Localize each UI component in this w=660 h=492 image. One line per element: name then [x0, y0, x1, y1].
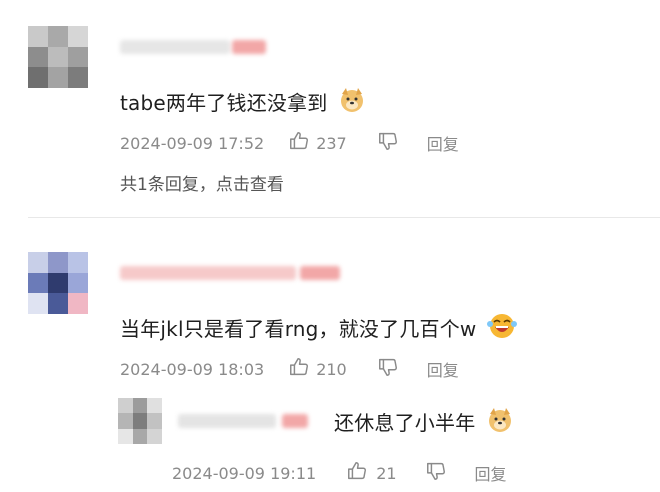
username-blurred[interactable] — [178, 414, 276, 428]
avatar[interactable] — [118, 398, 162, 444]
divider — [28, 217, 660, 218]
reply-button[interactable]: 回复 — [427, 131, 459, 155]
reply-date: 2024-09-09 19:11 — [172, 463, 317, 483]
username-blurred[interactable] — [120, 266, 296, 280]
doge-emoji — [486, 406, 514, 439]
laughing-emoji — [487, 312, 518, 345]
doge-emoji — [338, 86, 366, 119]
thumbs-down-icon[interactable] — [377, 356, 399, 382]
like-count: 237 — [316, 133, 347, 153]
like-count: 21 — [376, 463, 397, 483]
comment-date: 2024-09-09 18:03 — [120, 359, 265, 379]
comment-meta: 2024-09-09 17:52 237 回复 — [120, 130, 459, 156]
thumbs-down-icon[interactable] — [377, 130, 399, 156]
avatar[interactable] — [28, 252, 88, 314]
thumbs-up-icon[interactable] — [288, 356, 310, 382]
view-replies-link[interactable]: 共1条回复，点击查看 — [120, 170, 284, 195]
thumbs-up-icon[interactable] — [346, 460, 368, 486]
reply-text: 还休息了小半年 — [334, 406, 514, 439]
comment-text: 当年jkl只是看了看rng，就没了几百个w — [120, 312, 518, 345]
comment-text-content: tabe两年了钱还没拿到 — [120, 91, 328, 115]
like-count: 210 — [316, 359, 347, 379]
reply-button[interactable]: 回复 — [475, 461, 507, 485]
avatar[interactable] — [28, 26, 88, 88]
comment-text: tabe两年了钱还没拿到 — [120, 86, 366, 119]
thumbs-up-icon[interactable] — [288, 130, 310, 156]
username-blurred[interactable] — [120, 40, 230, 54]
username-blurred — [300, 266, 340, 280]
username-blurred — [282, 414, 308, 428]
username-blurred — [232, 40, 266, 54]
comment-text-content: 当年jkl只是看了看rng，就没了几百个w — [120, 317, 477, 341]
comment-date: 2024-09-09 17:52 — [120, 133, 265, 153]
thumbs-down-icon[interactable] — [425, 460, 447, 486]
comment-meta: 2024-09-09 18:03 210 回复 — [120, 356, 459, 382]
reply-text-content: 还休息了小半年 — [334, 411, 476, 435]
reply-button[interactable]: 回复 — [427, 357, 459, 381]
reply-meta: 2024-09-09 19:11 21 回复 — [172, 460, 507, 486]
